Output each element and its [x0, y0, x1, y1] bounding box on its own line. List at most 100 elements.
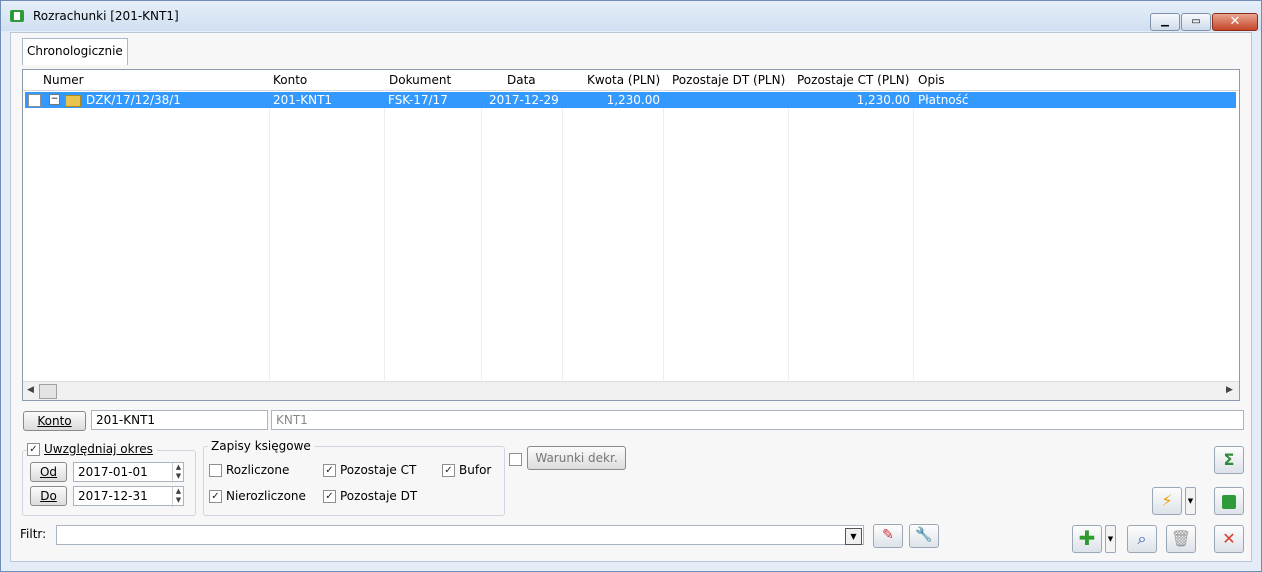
grid-header: Numer Konto Dokument Data Kwota (PLN) Po… — [23, 70, 1239, 91]
pozostaje-ct-checkbox[interactable]: ✓ Pozostaje CT — [323, 463, 416, 477]
lightning-icon[interactable]: ⚡ — [1152, 487, 1182, 515]
checkbox-checked-icon: ✓ — [27, 442, 40, 456]
titlebar: Rozrachunki [201-KNT1] ▁ ▭ ✕ — [1, 1, 1261, 31]
eraser-icon[interactable]: ✎ — [873, 524, 903, 548]
close-icon: ✕ — [1229, 14, 1241, 29]
minimize-button[interactable]: ▁ — [1150, 13, 1180, 31]
od-date-field[interactable]: 2017-01-01 ▲ ▼ — [73, 462, 184, 483]
column-header-dokument[interactable]: Dokument — [389, 73, 451, 87]
app-logo-icon — [10, 10, 24, 22]
collapse-icon[interactable]: − — [49, 94, 60, 105]
add-dropdown-icon[interactable]: ▼ — [1105, 525, 1116, 553]
column-divider — [788, 90, 789, 380]
bufor-label: Bufor — [459, 463, 492, 477]
cell-pozostaje-ct: 1,230.00 — [856, 93, 910, 107]
do-date-spinner[interactable]: ▲ ▼ — [172, 487, 184, 507]
minimize-icon: ▁ — [1161, 16, 1169, 27]
nierozliczone-label: Nierozliczone — [226, 489, 306, 503]
plus-icon[interactable]: ✚ — [1072, 525, 1102, 553]
uwzgledniaj-okres-label: Uwzględniaj okres — [44, 442, 153, 456]
checkbox-checked-icon: ✓ — [323, 463, 336, 477]
cell-dokument: FSK-17/17 — [388, 93, 448, 107]
uwzgledniaj-okres-checkbox[interactable]: ✓ Uwzględniaj okres — [27, 442, 157, 456]
do-date-value: 2017-12-31 — [78, 489, 148, 503]
checkbox-checked-icon: ✓ — [209, 489, 222, 503]
warunki-checkbox[interactable] — [509, 453, 526, 466]
table-row[interactable]: − DZK/17/12/38/1 201-KNT1 FSK-17/17 2017… — [25, 92, 1236, 108]
filtr-dropdown-icon[interactable]: ▼ — [845, 528, 862, 545]
spin-up-icon[interactable]: ▲ — [173, 463, 184, 472]
maximize-button[interactable]: ▭ — [1181, 13, 1211, 31]
spin-up-icon[interactable]: ▲ — [173, 487, 184, 496]
do-button-label: Do — [40, 489, 57, 503]
konto-field[interactable]: 201-KNT1 — [91, 410, 268, 430]
sum-icon[interactable]: Σ — [1214, 446, 1244, 474]
pozostaje-ct-label: Pozostaje CT — [340, 463, 417, 477]
checkbox-unchecked-icon — [209, 463, 222, 477]
bufor-checkbox[interactable]: ✓ Bufor — [442, 463, 491, 477]
column-divider — [384, 90, 385, 380]
trash-icon[interactable]: 🗑 — [1166, 525, 1196, 553]
checkbox-checked-icon: ✓ — [323, 489, 336, 503]
column-divider — [663, 90, 664, 380]
scroll-thumb[interactable] — [39, 384, 57, 399]
konto-description-field[interactable]: KNT1 — [271, 410, 1244, 430]
cell-kwota: 1,230.00 — [606, 93, 660, 107]
zapisy-ksiegowe-label: Zapisy księgowe — [208, 439, 314, 453]
filtr-input[interactable] — [56, 525, 864, 545]
app-logo-button[interactable] — [1214, 487, 1244, 515]
od-date-value: 2017-01-01 — [78, 465, 148, 479]
cell-opis: Płatność — [918, 93, 969, 107]
checkbox-checked-icon: ✓ — [442, 463, 455, 477]
column-divider — [481, 90, 482, 380]
column-header-pozostaje-ct[interactable]: Pozostaje CT (PLN) — [797, 73, 909, 87]
scroll-right-icon[interactable]: ▶ — [1226, 385, 1233, 395]
filtr-label: Filtr: — [20, 527, 47, 541]
od-button[interactable]: Od — [30, 462, 67, 482]
horizontal-scrollbar[interactable]: ◀ ▶ — [23, 381, 1239, 400]
column-divider — [269, 90, 270, 380]
nierozliczone-checkbox[interactable]: ✓ Nierozliczone — [209, 489, 306, 503]
column-header-numer[interactable]: Numer — [43, 73, 84, 87]
checkbox-unchecked-icon — [509, 453, 522, 466]
close-window-button[interactable]: ✕ — [1212, 13, 1258, 31]
column-header-pozostaje-dt[interactable]: Pozostaje DT (PLN) — [672, 73, 785, 87]
close-icon[interactable]: ✕ — [1214, 525, 1244, 553]
column-header-opis[interactable]: Opis — [918, 73, 945, 87]
app-logo-icon — [1222, 494, 1236, 509]
cell-numer: DZK/17/12/38/1 — [86, 93, 181, 107]
column-header-kwota[interactable]: Kwota (PLN) — [587, 73, 660, 87]
maximize-icon: ▭ — [1191, 16, 1201, 27]
cell-data: 2017-12-29 — [489, 93, 559, 107]
pozostaje-dt-label: Pozostaje DT — [340, 489, 418, 503]
main-panel: Chronologicznie Numer Konto Dokument Dat… — [10, 32, 1252, 562]
folder-icon — [65, 95, 81, 107]
do-button[interactable]: Do — [30, 486, 67, 506]
od-button-label: Od — [39, 465, 58, 479]
wrench-icon[interactable]: 🔧 — [909, 524, 939, 548]
magnifier-icon[interactable]: ⌕ — [1127, 525, 1157, 553]
konto-button[interactable]: Konto — [23, 411, 86, 431]
do-date-field[interactable]: 2017-12-31 ▲ ▼ — [73, 486, 184, 507]
warunki-dekr-button[interactable]: Warunki dekr. — [527, 446, 626, 470]
column-header-konto[interactable]: Konto — [273, 73, 307, 87]
rozliczone-label: Rozliczone — [226, 463, 290, 477]
spin-down-icon[interactable]: ▼ — [173, 496, 184, 505]
rozliczone-checkbox[interactable]: Rozliczone — [209, 463, 289, 477]
window-title: Rozrachunki [201-KNT1] — [33, 9, 179, 23]
pozostaje-dt-checkbox[interactable]: ✓ Pozostaje DT — [323, 489, 417, 503]
okres-group — [22, 450, 196, 516]
od-date-spinner[interactable]: ▲ ▼ — [172, 463, 184, 483]
scroll-left-icon[interactable]: ◀ — [27, 385, 34, 395]
column-header-data[interactable]: Data — [507, 73, 536, 87]
window: Rozrachunki [201-KNT1] ▁ ▭ ✕ Chronologic… — [0, 0, 1262, 572]
row-checkbox[interactable] — [28, 94, 41, 107]
spin-down-icon[interactable]: ▼ — [173, 472, 184, 481]
settlements-grid[interactable]: Numer Konto Dokument Data Kwota (PLN) Po… — [22, 69, 1240, 401]
konto-button-label: Konto — [37, 414, 72, 428]
cell-konto: 201-KNT1 — [273, 93, 333, 107]
column-divider — [913, 90, 914, 380]
zapisy-ksiegowe-group — [203, 446, 505, 516]
lightning-dropdown-icon[interactable]: ▼ — [1185, 487, 1196, 515]
tab-chronologicznie[interactable]: Chronologicznie — [22, 38, 128, 65]
